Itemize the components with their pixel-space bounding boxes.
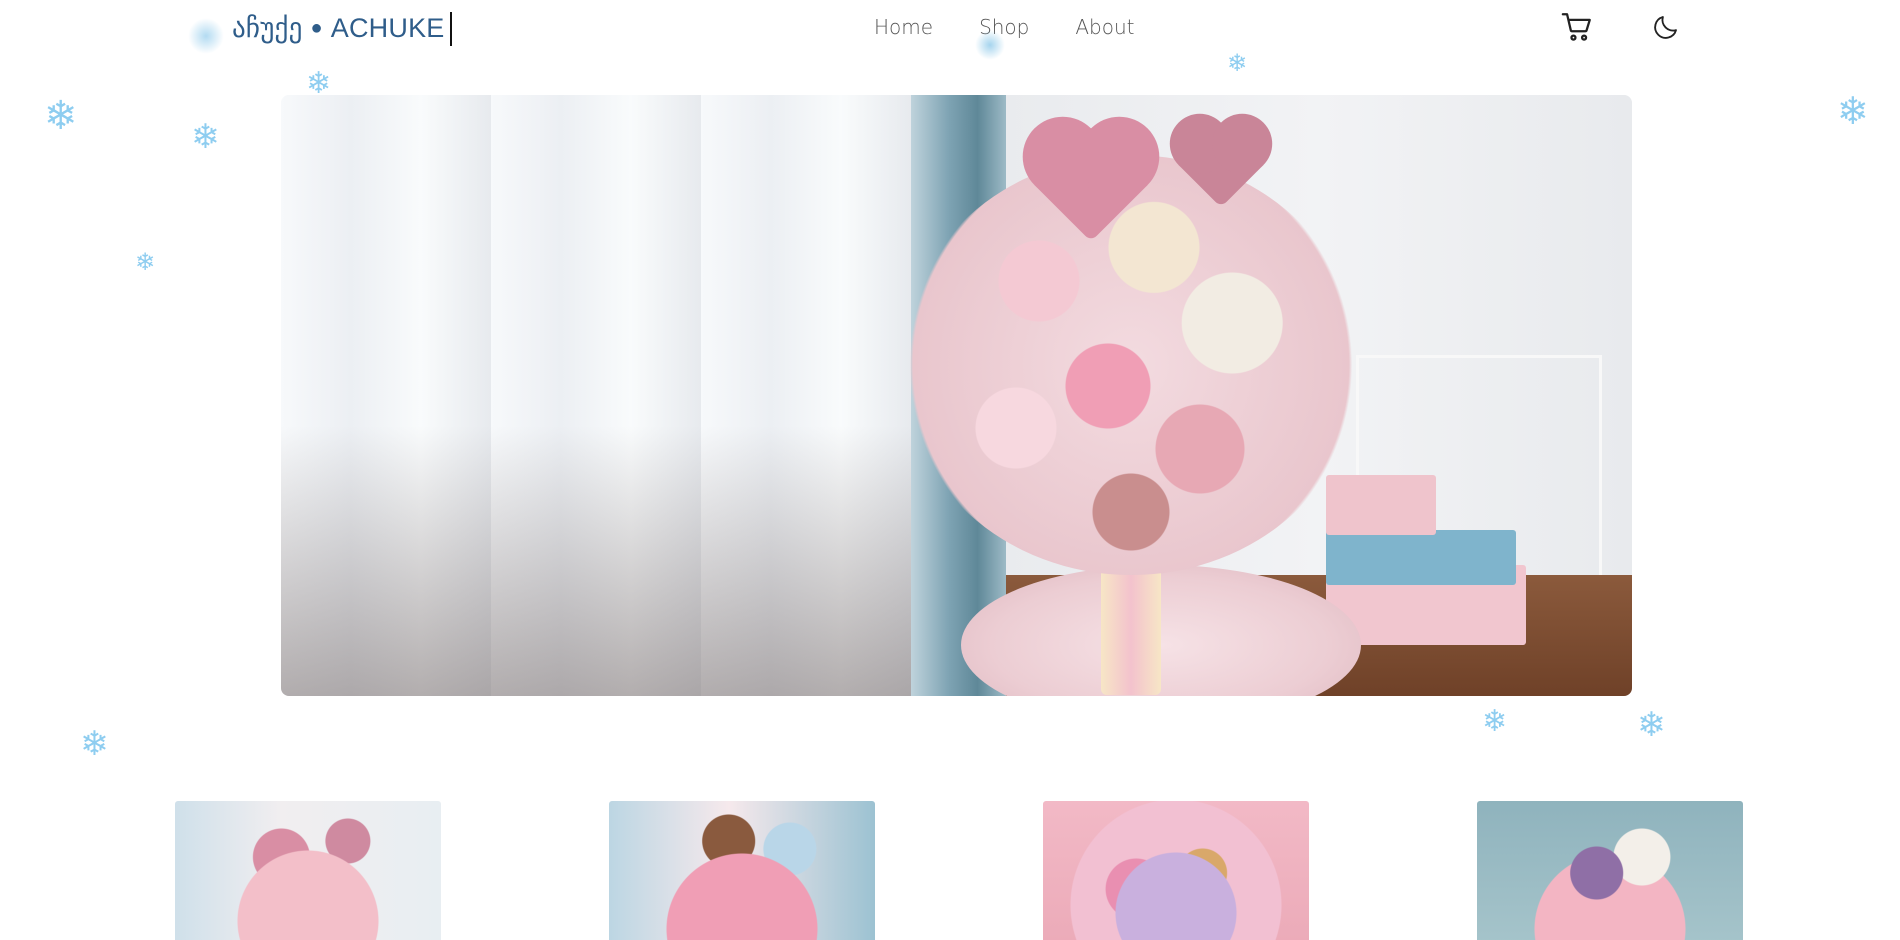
snowflake-icon: ❄ (191, 117, 220, 157)
brand-separator-dot: ● (310, 17, 323, 39)
snowflake-icon: ❄ (80, 724, 109, 764)
theme-toggle-button[interactable] (1651, 12, 1681, 42)
snowflake-icon: ❄ (1837, 89, 1869, 133)
main-nav: Home Shop About (874, 15, 1135, 39)
gift-box (1326, 530, 1516, 585)
brand-logo[interactable]: აჩუქე ● ACHUKE (232, 13, 445, 44)
product-card-1[interactable] (175, 801, 441, 940)
product-card-4[interactable] (1477, 801, 1743, 940)
snowflake-icon: ❄ (44, 93, 78, 139)
snowflake-icon: ❄ (306, 66, 332, 101)
snow-blur (975, 30, 1005, 60)
brand-name-georgian: აჩუქე (232, 13, 303, 43)
snowflake-icon: ❄ (1227, 49, 1248, 77)
brand-name-latin: ACHUKE (330, 13, 445, 43)
hero-curtain-sheer (281, 95, 951, 696)
product-card-2[interactable] (609, 801, 875, 940)
snowflake-icon: ❄ (1637, 705, 1666, 745)
gift-box (1326, 475, 1436, 535)
moon-icon (1654, 16, 1677, 39)
page: აჩუქე ● ACHUKE Home Shop About ❄ ❄ ❄ ❄ ❄… (0, 0, 1900, 940)
nav-about[interactable]: About (1075, 15, 1134, 39)
logo-glow (188, 18, 224, 54)
snowflake-icon: ❄ (135, 248, 156, 276)
hero-bouquet (901, 155, 1361, 575)
snowflake-icon: ❄ (1482, 704, 1508, 739)
cart-button[interactable] (1560, 10, 1594, 44)
shopping-cart-icon (1561, 13, 1591, 41)
product-card-3[interactable] (1043, 801, 1309, 940)
hero-banner (281, 95, 1632, 696)
nav-home[interactable]: Home (874, 15, 933, 39)
site-header: აჩუქე ● ACHUKE Home Shop About (0, 0, 1900, 60)
text-cursor (450, 12, 452, 46)
